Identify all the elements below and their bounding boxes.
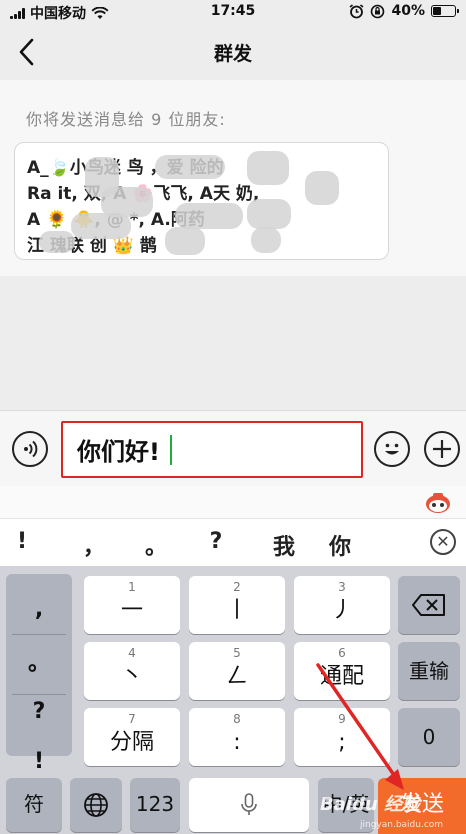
candidate-item[interactable]: 我 (264, 529, 304, 561)
input-bar: 你们好! (0, 410, 466, 486)
privacy-blur (165, 227, 205, 255)
candidate-item[interactable]: ! (2, 529, 42, 554)
battery-icon (431, 5, 459, 17)
stroke-key-2[interactable]: 2 丨 (189, 576, 285, 634)
backspace-icon (412, 594, 445, 616)
privacy-blur (39, 231, 75, 253)
text-caret (169, 434, 173, 465)
nav-bar: 群发 (0, 24, 466, 80)
stroke-key-4[interactable]: 4 丶 (84, 642, 180, 700)
recipients-panel: 你将发送消息给 9 位朋友: A_🍃小鸟迷 鸟 ，爱 险的 Ra it, 双, … (0, 80, 466, 276)
separator-key[interactable]: 7 分隔 (84, 708, 180, 766)
stroke-key-3[interactable]: 3 丿 (294, 576, 390, 634)
close-candidates-button[interactable]: ✕ (430, 529, 456, 555)
privacy-blur (247, 199, 291, 229)
smiley-icon (385, 443, 399, 455)
semicolon-key[interactable]: 9 ; (294, 708, 390, 766)
wildcard-key[interactable]: 6 通配 (294, 642, 390, 700)
privacy-blur (251, 227, 281, 253)
ime-toolbar (0, 486, 466, 518)
candidate-bar: ! ， 。 ? 我 你 ✕ (0, 518, 466, 566)
stroke-key-5[interactable]: 5 ㄥ (189, 642, 285, 700)
emoji-button[interactable] (374, 431, 410, 467)
privacy-blur (71, 213, 131, 239)
voice-icon (24, 440, 38, 458)
keyboard: , 。 ? ! 1 一 2 丨 3 丿 4 丶 5 ㄥ 6 通配 重输 7 分隔… (0, 566, 466, 834)
orientation-lock-icon (371, 4, 385, 18)
alarm-icon (349, 3, 364, 18)
recipients-list: A_🍃小鸟迷 鸟 ，爱 险的 Ra it, 双, A 🌸飞飞, A天 奶, A … (14, 142, 389, 260)
privacy-blur (175, 203, 243, 229)
globe-icon (84, 793, 108, 817)
watermark-url: jingyan.baidu.com (360, 820, 444, 830)
punctuation-column[interactable]: , 。 ? ! (6, 574, 72, 774)
status-bar: 中国移动 17:45 40% (0, 0, 466, 24)
privacy-blur (247, 151, 289, 185)
symbols-key[interactable]: 符 (6, 778, 62, 832)
message-text: 你们好! (77, 438, 160, 466)
retype-key[interactable]: 重输 (398, 642, 460, 700)
numbers-key[interactable]: 123 (130, 778, 180, 832)
punct-key[interactable]: , (6, 582, 72, 642)
delete-key[interactable] (398, 576, 460, 634)
voice-button[interactable] (12, 431, 48, 467)
candidate-item[interactable]: ? (196, 529, 236, 554)
divider (12, 634, 66, 635)
message-input[interactable]: 你们好! (61, 421, 363, 478)
colon-key[interactable]: 8 : (189, 708, 285, 766)
plus-icon (433, 440, 451, 458)
candidate-item[interactable]: 。 (136, 529, 176, 561)
zero-key[interactable]: 0 (398, 708, 460, 766)
page-title: 群发 (213, 43, 252, 65)
globe-key[interactable] (70, 778, 122, 832)
battery-percent: 40% (391, 3, 425, 19)
space-key[interactable] (189, 778, 309, 832)
candidate-item[interactable]: ， (74, 529, 114, 561)
more-button[interactable] (424, 431, 460, 467)
candidate-item[interactable]: 你 (320, 529, 360, 561)
stroke-key-1[interactable]: 1 一 (84, 576, 180, 634)
privacy-blur (305, 171, 339, 205)
microphone-icon (241, 793, 257, 815)
ime-logo-icon[interactable] (424, 490, 452, 514)
privacy-blur (155, 155, 225, 179)
recipients-heading: 你将发送消息给 9 位朋友: (26, 110, 226, 129)
